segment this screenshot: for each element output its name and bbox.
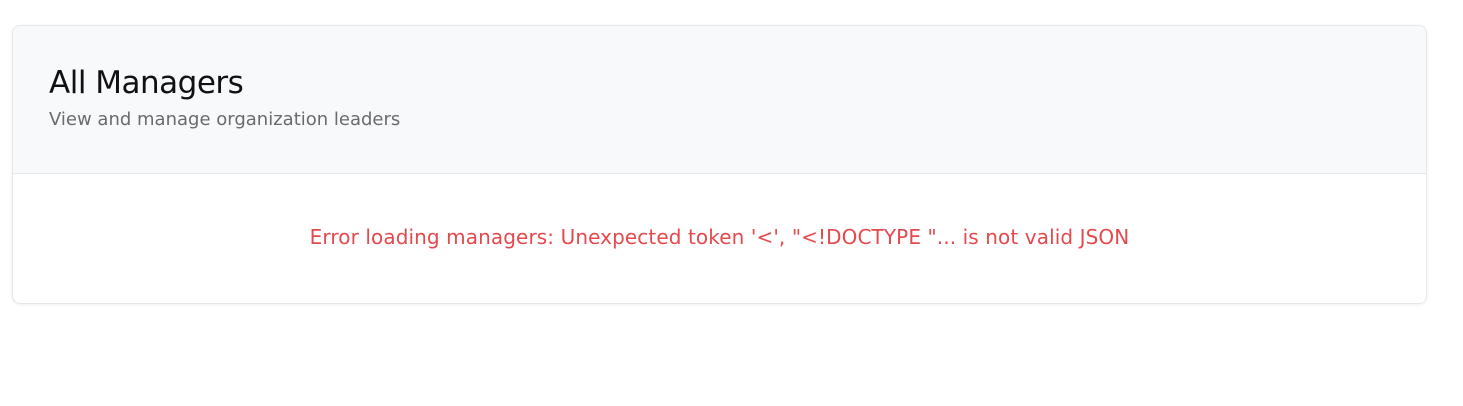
managers-card: All Managers View and manage organizatio… (12, 25, 1427, 304)
page-title: All Managers (49, 65, 244, 101)
error-message: Error loading managers: Unexpected token… (309, 225, 1130, 249)
card-header: All Managers View and manage organizatio… (13, 26, 1426, 174)
page-subtitle: View and manage organization leaders (49, 109, 401, 130)
card-body: Error loading managers: Unexpected token… (13, 174, 1426, 303)
